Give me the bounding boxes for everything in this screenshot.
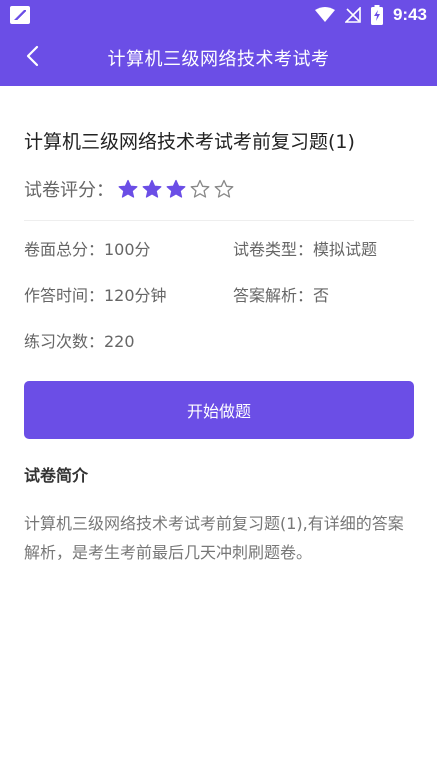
- start-quiz-button[interactable]: 开始做题: [24, 381, 414, 439]
- star-filled-icon: [142, 179, 162, 199]
- answer-analysis: 答案解析：否: [233, 286, 330, 305]
- star-filled-icon: [166, 179, 186, 199]
- wifi-icon: [314, 7, 335, 23]
- app-notification-icon: [10, 6, 30, 24]
- back-button[interactable]: [14, 40, 50, 76]
- intro-body: 计算机三级网络技术考试考前复习题(1),有详细的答案解析，是考生考前最后几天冲刺…: [24, 514, 404, 562]
- star-empty-icon: [190, 179, 210, 199]
- rating-row: 试卷评分：: [24, 174, 414, 204]
- divider: [24, 220, 414, 221]
- time-limit: 作答时间：120分钟: [24, 286, 167, 305]
- page-title: 计算机三级网络技术考试考: [107, 49, 330, 70]
- star-empty-icon: [214, 179, 234, 199]
- battery-charging-icon: [370, 5, 383, 25]
- intro-heading: 试卷简介: [24, 466, 89, 485]
- paper-title: 计算机三级网络技术考试考前复习题(1): [24, 131, 355, 153]
- rating-stars: [118, 179, 234, 199]
- practice-count: 练习次数：220: [24, 332, 135, 351]
- total-score: 卷面总分：100分: [24, 240, 151, 259]
- status-time: 9:43: [392, 5, 427, 24]
- status-bar: 9:43: [0, 0, 437, 30]
- star-filled-icon: [118, 179, 138, 199]
- app-header: 计算机三级网络技术考试考: [0, 30, 437, 86]
- paper-meta: 卷面总分：100分 试卷类型：模拟试题 作答时间：120分钟 答案解析：否 练习…: [24, 237, 414, 355]
- paper-type: 试卷类型：模拟试题: [233, 240, 378, 259]
- paper-detail: 计算机三级网络技术考试考前复习题(1) 试卷评分： 卷面总分：100分 试卷类型…: [24, 86, 414, 567]
- chevron-left-icon: [25, 45, 39, 71]
- status-icons: 9:43: [314, 4, 427, 26]
- rating-label: 试卷评分：: [24, 180, 114, 201]
- no-signal-icon: [344, 7, 361, 23]
